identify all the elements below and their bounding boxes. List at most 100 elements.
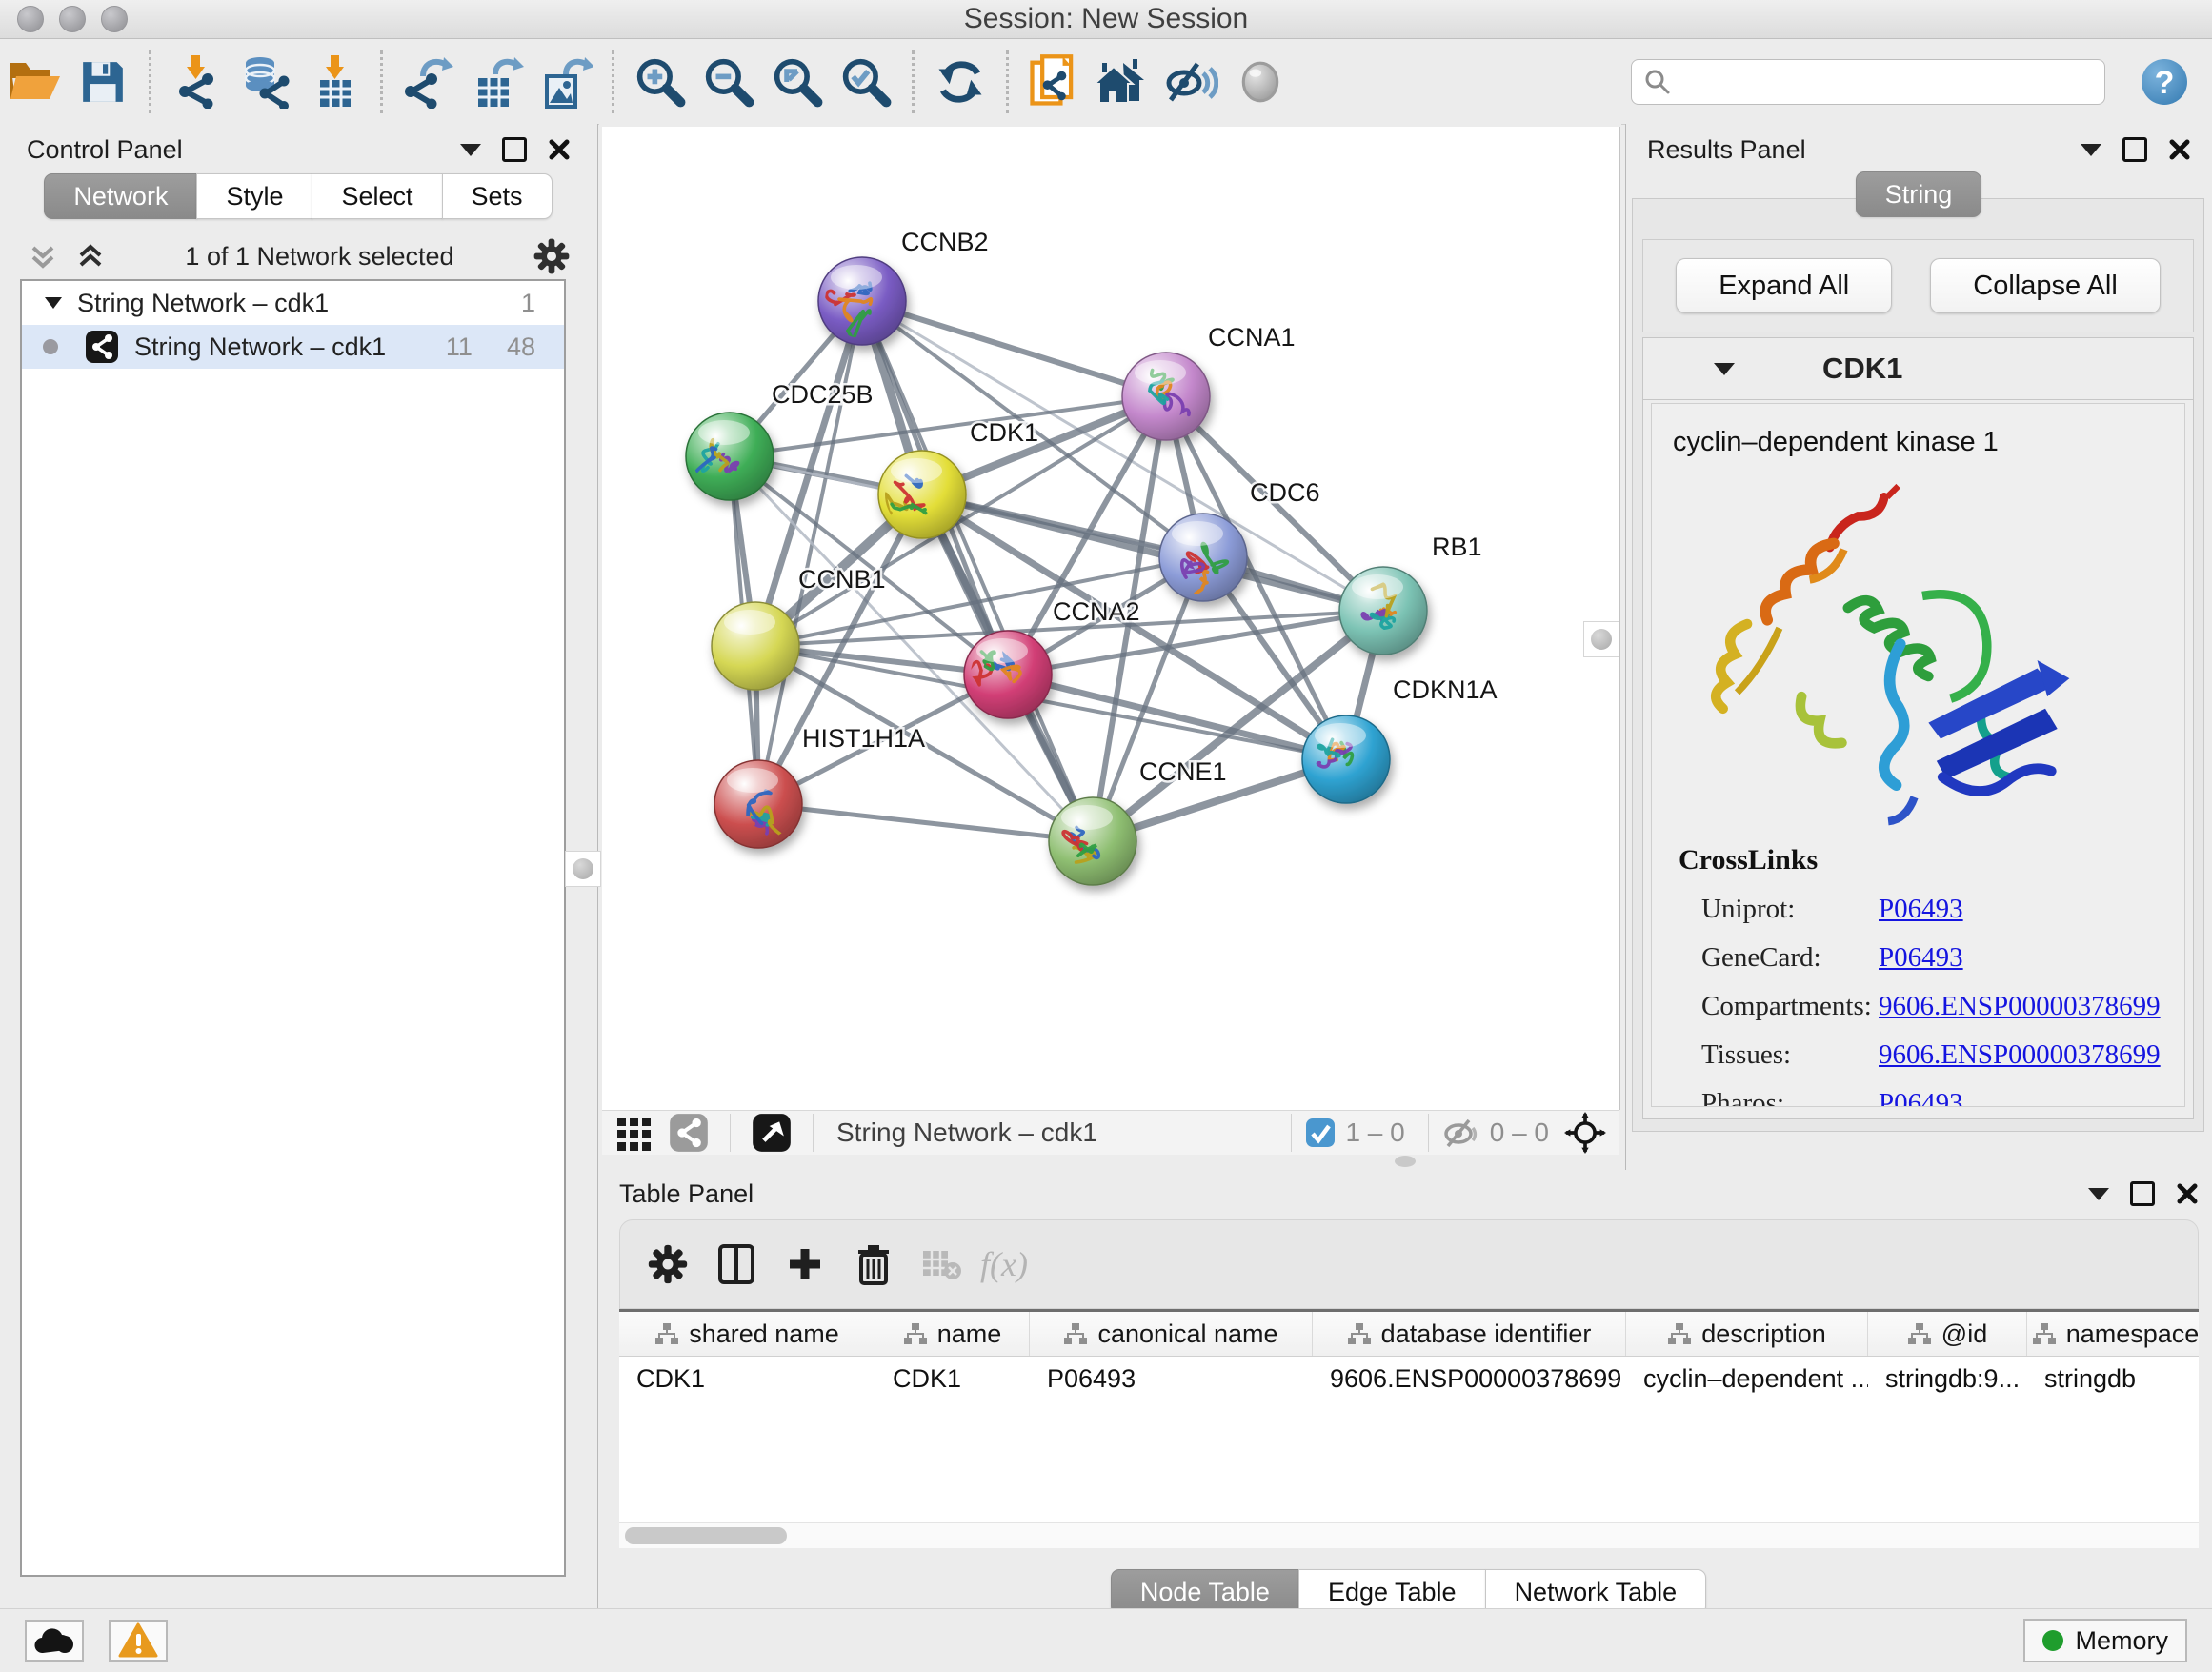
- network-edge-CCNB2-CCNE1[interactable]: [862, 301, 1093, 841]
- collapse-all-icon[interactable]: [27, 240, 59, 272]
- warnings-button[interactable]: [109, 1620, 168, 1662]
- help-button[interactable]: ?: [2140, 57, 2189, 107]
- zoom-out-button[interactable]: [694, 48, 763, 116]
- cell--id[interactable]: stringdb:9...: [1868, 1364, 2027, 1394]
- network-canvas[interactable]: CCNB2CCNA1CDC25BCDK1CDC6RB1CCNB1CCNA2CDK…: [602, 127, 1620, 1110]
- close-panel-icon[interactable]: [2168, 138, 2191, 161]
- fit-selected-button[interactable]: [1564, 1112, 1606, 1154]
- column-header--id[interactable]: @id: [1868, 1312, 2027, 1356]
- float-panel-icon[interactable]: [502, 137, 527, 162]
- network-node-RB1[interactable]: [1339, 567, 1427, 655]
- network-node-CDKN1A[interactable]: [1302, 715, 1390, 803]
- export-view-button[interactable]: [752, 1113, 792, 1153]
- crosslink-compartments-link[interactable]: 9606.ENSP00000378699: [1879, 991, 2161, 1022]
- float-panel-icon[interactable]: [2130, 1181, 2155, 1206]
- column-header-shared-name[interactable]: shared name: [619, 1312, 875, 1356]
- memory-button[interactable]: Memory: [2023, 1619, 2187, 1662]
- home-button[interactable]: [1089, 48, 1157, 116]
- column-header-database-identifier[interactable]: database identifier: [1313, 1312, 1626, 1356]
- tab-select[interactable]: Select: [312, 173, 442, 219]
- collapse-all-button[interactable]: Collapse All: [1930, 258, 2161, 313]
- network-node-HIST1H1A[interactable]: [714, 760, 802, 848]
- section-expander-icon[interactable]: [1714, 363, 1735, 375]
- export-image-button[interactable]: [532, 48, 600, 116]
- table-row[interactable]: CDK1CDK1P064939606.ENSP00000378699cyclin…: [619, 1357, 2199, 1400]
- cell-description[interactable]: cyclin–dependent ...: [1626, 1364, 1868, 1394]
- network-row[interactable]: String Network – cdk1 11 48: [22, 325, 564, 369]
- table-options-button[interactable]: [637, 1234, 698, 1295]
- network-edge-CCNB2-CCNA1[interactable]: [862, 301, 1166, 396]
- right-splitter-handle[interactable]: [1583, 621, 1619, 657]
- preview-button[interactable]: [1226, 48, 1295, 116]
- string-network-style-button[interactable]: [669, 1113, 709, 1153]
- hide-panels-button[interactable]: [1157, 48, 1226, 116]
- panel-menu-icon[interactable]: [460, 144, 481, 156]
- float-panel-icon[interactable]: [2122, 137, 2147, 162]
- cell-name[interactable]: CDK1: [875, 1364, 1030, 1394]
- close-panel-icon[interactable]: [2176, 1182, 2199, 1205]
- crosslink-tissues-link[interactable]: 9606.ENSP00000378699: [1879, 1039, 2161, 1071]
- hidden-toggle[interactable]: [1442, 1117, 1480, 1149]
- network-node-CDC6[interactable]: [1159, 514, 1247, 601]
- network-node-CDK1[interactable]: [878, 451, 966, 538]
- search-field-wrap: [1631, 59, 2105, 105]
- protein-structure-image: [1680, 483, 2128, 836]
- zoom-selected-button[interactable]: [832, 48, 900, 116]
- cell-database-identifier[interactable]: 9606.ENSP00000378699: [1313, 1364, 1626, 1394]
- network-options-gear-icon[interactable]: [533, 237, 571, 275]
- delete-table-button-disabled: [912, 1234, 973, 1295]
- save-session-button[interactable]: [69, 48, 137, 116]
- panel-menu-icon[interactable]: [2088, 1188, 2109, 1200]
- column-header-canonical-name[interactable]: canonical name: [1030, 1312, 1313, 1356]
- tab-style[interactable]: Style: [196, 173, 312, 219]
- birdseye-grid-button[interactable]: [615, 1114, 654, 1152]
- column-header-namespace[interactable]: namespace: [2027, 1312, 2199, 1356]
- expand-all-icon[interactable]: [74, 240, 107, 272]
- show-columns-button[interactable]: [706, 1234, 767, 1295]
- network-edge-CDK1-RB1[interactable]: [922, 494, 1383, 611]
- horizontal-splitter-handle[interactable]: [1395, 1156, 1416, 1167]
- expand-all-button[interactable]: Expand All: [1676, 258, 1892, 313]
- crosslink-uniprot-link[interactable]: P06493: [1879, 894, 1963, 925]
- import-network-database-button[interactable]: [231, 48, 300, 116]
- create-column-button[interactable]: [774, 1234, 835, 1295]
- network-collection-row[interactable]: String Network – cdk1 1: [22, 281, 564, 325]
- network-node-CCNE1[interactable]: [1049, 797, 1136, 885]
- cloud-status-button[interactable]: [25, 1620, 84, 1662]
- cell-canonical-name[interactable]: P06493: [1030, 1364, 1313, 1394]
- tab-sets[interactable]: Sets: [442, 173, 553, 219]
- export-network-button[interactable]: [394, 48, 463, 116]
- close-panel-icon[interactable]: [548, 138, 571, 161]
- table-horizontal-scrollbar[interactable]: [619, 1522, 2199, 1548]
- refresh-view-button[interactable]: [926, 48, 995, 116]
- crosslink-pharos-link[interactable]: P06493: [1879, 1088, 1963, 1107]
- left-splitter-handle[interactable]: [565, 851, 601, 887]
- column-type-icon: [1667, 1322, 1692, 1345]
- column-header-description[interactable]: description: [1626, 1312, 1868, 1356]
- import-table-file-button[interactable]: [300, 48, 369, 116]
- tab-network[interactable]: Network: [44, 173, 197, 219]
- column-header-name[interactable]: name: [875, 1312, 1030, 1356]
- tab-string[interactable]: String: [1856, 171, 1982, 217]
- crosslink-genecard-link[interactable]: P06493: [1879, 942, 1963, 974]
- zoom-fit-button[interactable]: [763, 48, 832, 116]
- cell-namespace[interactable]: stringdb: [2027, 1364, 2199, 1394]
- network-node-CDC25B[interactable]: [682, 413, 774, 500]
- network-node-CCNB2[interactable]: [818, 257, 906, 345]
- selected-checkbox[interactable]: [1305, 1118, 1336, 1148]
- tree-expander-icon[interactable]: [43, 292, 64, 313]
- cell-shared-name[interactable]: CDK1: [619, 1364, 875, 1394]
- scrollbar-thumb[interactable]: [625, 1527, 787, 1544]
- gene-section-header[interactable]: CDK1: [1643, 338, 2193, 400]
- clone-network-button[interactable]: [1020, 48, 1089, 116]
- network-node-CCNA1[interactable]: [1122, 353, 1210, 440]
- export-table-button[interactable]: [463, 48, 532, 116]
- network-node-CCNB1[interactable]: [712, 602, 799, 690]
- search-input[interactable]: [1631, 59, 2105, 105]
- delete-column-button[interactable]: [843, 1234, 904, 1295]
- network-node-CCNA2[interactable]: [964, 631, 1052, 718]
- zoom-in-button[interactable]: [626, 48, 694, 116]
- import-network-file-button[interactable]: [163, 48, 231, 116]
- open-session-button[interactable]: [0, 48, 69, 116]
- panel-menu-icon[interactable]: [2081, 144, 2101, 156]
